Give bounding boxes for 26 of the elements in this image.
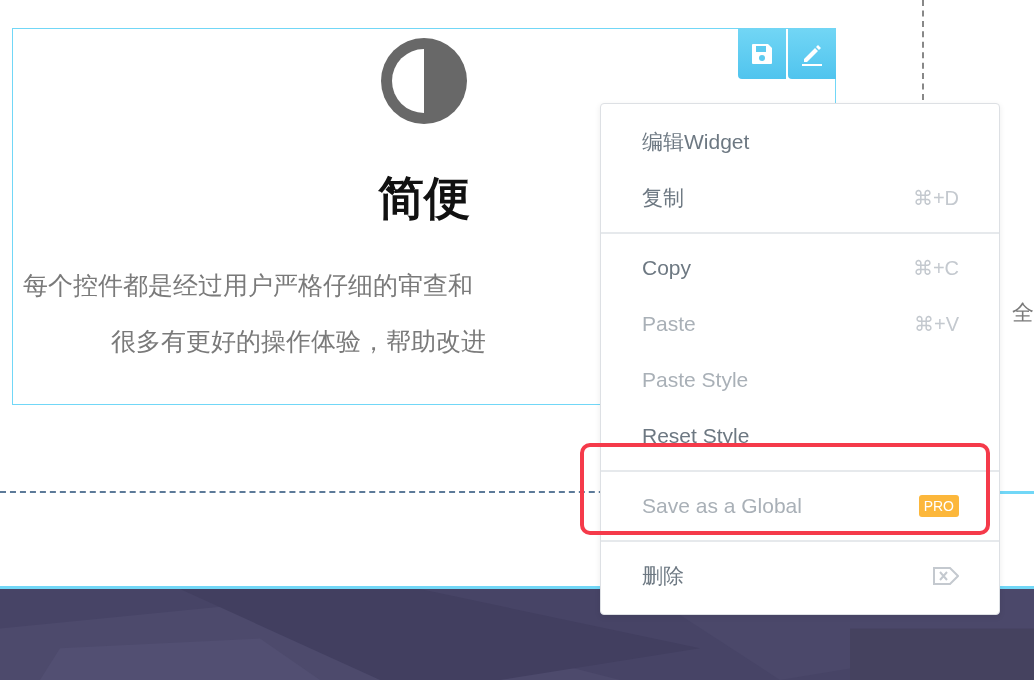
shortcut-text: ⌘+D [912,186,959,210]
save-button[interactable] [738,28,786,79]
menu-item[interactable]: Copy ⌘+C [601,240,999,296]
menu-item[interactable]: Reset Style [601,408,999,464]
menu-item-label: Copy [642,256,692,280]
menu-item-label: Reset Style [642,424,750,448]
body-text: 每个控件都是经过用户严格仔细的审查和 [23,270,473,302]
widget-title: 简便 [378,170,470,227]
menu-item-label: 编辑Widget [642,129,750,155]
shortcut-text: ⌘+C [912,256,959,280]
body-text: 很多有更好的操作体验，帮助改进 [111,326,486,358]
menu-item-label: Save as a Global [642,494,802,518]
contrast-icon [381,38,467,124]
menu-item[interactable]: 编辑Widget [601,114,999,170]
pro-badge: PRO [918,495,959,517]
menu-item-label: Paste [642,312,696,336]
edit-button[interactable] [788,28,836,79]
save-icon [750,41,774,66]
menu-item-label: Paste Style [642,368,749,392]
menu-item-label: 删除 [642,563,684,589]
backspace-icon [933,566,959,586]
body-text: 全 [1012,299,1034,327]
shortcut-text: ⌘+V [913,312,959,336]
menu-item[interactable]: 删除 [601,548,999,604]
menu-item[interactable]: 复制 ⌘+D [601,170,999,226]
menu-item-label: 复制 [642,185,684,211]
